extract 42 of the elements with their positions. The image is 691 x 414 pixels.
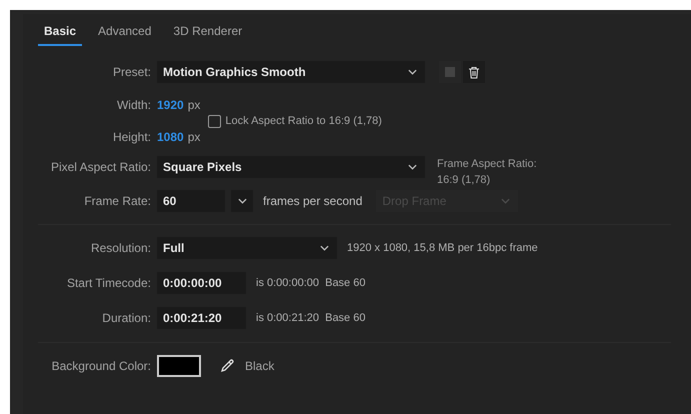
field-label: Width: — [116, 98, 151, 112]
timecode-info: is 0:00:00:00 Base 60 — [256, 277, 366, 289]
timecode-field[interactable]: 0:00:21:20 — [157, 307, 246, 329]
chevron-icon — [408, 164, 417, 170]
trash-icon — [468, 66, 480, 78]
chevron-icon — [238, 198, 246, 204]
checkbox[interactable] — [208, 114, 222, 128]
height-value[interactable]: 1080 — [157, 130, 184, 144]
frame-rate-field[interactable]: 60 — [157, 190, 225, 212]
field-label: Frame Rate: — [83, 194, 151, 208]
chevron-icon — [408, 69, 417, 75]
field-label: Height: — [112, 130, 151, 144]
tab[interactable]: Advanced — [92, 20, 158, 46]
timecode-info: is 0:00:21:20 Base 60 — [256, 312, 366, 324]
field-label: Start Timecode: — [66, 276, 151, 290]
field-label: Preset: — [112, 65, 151, 79]
chevron-icon — [501, 198, 510, 204]
unit-label: frames per second — [263, 194, 362, 208]
color-name: Black — [245, 359, 274, 373]
timecode-field[interactable]: 0:00:00:00 — [157, 272, 246, 294]
square-icon — [444, 66, 456, 78]
frame-aspect-value: 16:9 (1,78) — [437, 174, 492, 186]
unit-label: px — [188, 130, 200, 144]
field-label: Background Color: — [50, 359, 151, 373]
preset-dropdown[interactable]: Motion Graphics Smooth — [157, 61, 425, 83]
frame-aspect-label: Frame Aspect Ratio: — [437, 158, 537, 170]
chevron-icon — [320, 245, 329, 251]
field-label: Duration: — [101, 311, 151, 325]
pixel-aspect-dropdown[interactable]: Square Pixels — [157, 156, 425, 178]
tab[interactable]: Basic — [38, 20, 82, 46]
delete-button[interactable] — [463, 61, 485, 83]
checkbox-label: Lock Aspect Ratio to 16:9 (1,78) — [225, 115, 382, 127]
color-swatch[interactable] — [157, 355, 201, 377]
resolution-dropdown[interactable]: Full — [157, 237, 337, 259]
resolution-info: 1920 x 1080, 15,8 MB per 16bpc frame — [347, 242, 538, 254]
field-label: Pixel Aspect Ratio: — [50, 159, 151, 174]
field-label: Resolution: — [90, 241, 151, 255]
unit-label: px — [188, 98, 200, 112]
frame-rate-dropdown-button[interactable] — [231, 190, 253, 212]
eyedropper-icon[interactable] — [219, 358, 235, 374]
width-value[interactable]: 1920 — [157, 98, 184, 112]
tab[interactable]: 3D Renderer — [167, 20, 248, 46]
